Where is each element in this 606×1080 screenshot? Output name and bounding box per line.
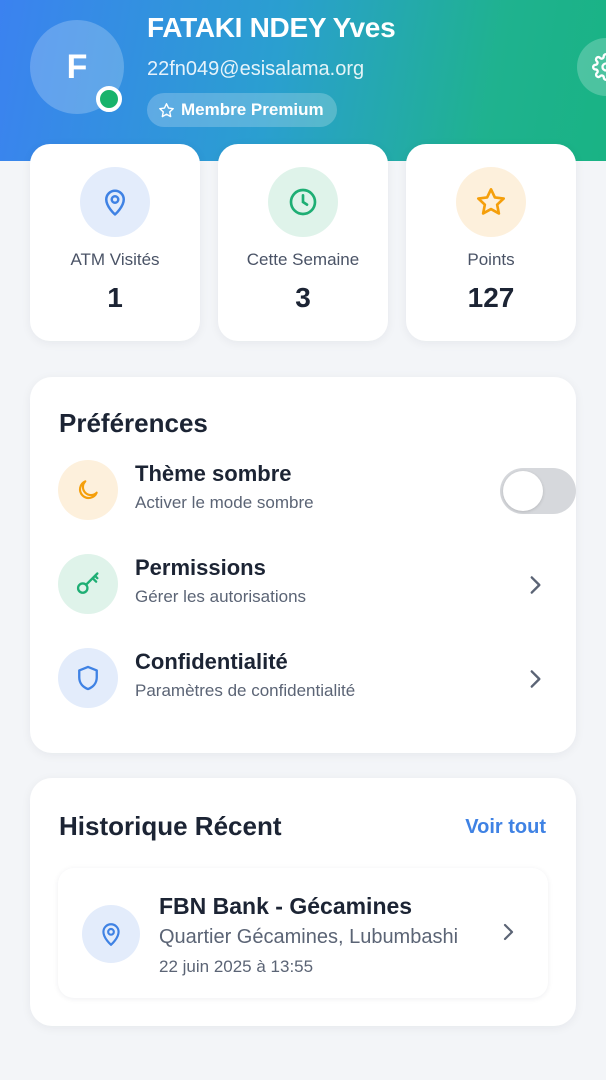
online-status-dot <box>96 86 122 112</box>
pref-subtitle: Gérer les autorisations <box>135 587 307 606</box>
premium-badge: Membre Premium <box>147 93 337 127</box>
toggle-knob <box>503 471 543 511</box>
profile-header: F FATAKI NDEY Yves 22fn049@esisalama.org… <box>0 0 606 161</box>
preferences-card: Préférences Thème sombre Activer le mode… <box>30 377 576 753</box>
stat-label: Cette Semaine <box>246 250 360 269</box>
stat-card-this-week[interactable]: Cette Semaine 3 <box>218 144 388 341</box>
stat-value: 127 <box>467 282 515 313</box>
history-item-address: Quartier Gécamines, Lubumbashi <box>159 926 459 948</box>
pref-subtitle: Paramètres de confidentialité <box>135 681 356 700</box>
map-pin-icon <box>80 167 150 237</box>
stat-card-atm-visited[interactable]: ATM Visités 1 <box>30 144 200 341</box>
map-pin-icon <box>82 905 140 963</box>
dark-theme-toggle[interactable] <box>500 468 576 514</box>
moon-icon <box>58 460 118 520</box>
chevron-right-icon <box>530 576 541 594</box>
chevron-right-icon <box>530 670 541 688</box>
avatar-initial: F <box>66 47 88 86</box>
preferences-title: Préférences <box>59 408 208 438</box>
stat-label: Points <box>467 250 515 269</box>
key-icon <box>58 554 118 614</box>
pref-privacy[interactable]: Confidentialité Paramètres de confidenti… <box>58 648 548 710</box>
pref-title: Thème sombre <box>135 461 292 486</box>
history-card: Historique Récent Voir tout FBN Bank - G… <box>30 778 576 1026</box>
user-name: FATAKI NDEY Yves <box>147 12 396 43</box>
chevron-right-icon <box>503 923 514 941</box>
stat-value: 3 <box>295 282 311 313</box>
history-item[interactable]: FBN Bank - Gécamines Quartier Gécamines,… <box>58 868 548 998</box>
history-item-name: FBN Bank - Gécamines <box>159 893 413 919</box>
premium-badge-label: Membre Premium <box>181 100 324 119</box>
pref-dark-theme: Thème sombre Activer le mode sombre <box>58 460 576 522</box>
clock-icon <box>268 167 338 237</box>
stat-label: ATM Visités <box>70 250 160 269</box>
star-icon <box>456 167 526 237</box>
pref-title: Permissions <box>135 555 266 580</box>
history-title: Historique Récent <box>59 811 282 841</box>
stat-card-points[interactable]: Points 127 <box>406 144 576 341</box>
shield-icon <box>58 648 118 708</box>
pref-title: Confidentialité <box>135 649 288 674</box>
pref-subtitle: Activer le mode sombre <box>135 493 314 512</box>
gear-icon <box>592 53 606 81</box>
pref-permissions[interactable]: Permissions Gérer les autorisations <box>58 554 548 616</box>
stat-value: 1 <box>107 282 123 313</box>
settings-button[interactable] <box>577 38 606 96</box>
see-all-link[interactable]: Voir tout <box>465 816 546 839</box>
history-item-date: 22 juin 2025 à 13:55 <box>159 957 314 976</box>
user-email: 22fn049@esisalama.org <box>147 58 365 80</box>
star-outline-icon <box>159 102 174 117</box>
